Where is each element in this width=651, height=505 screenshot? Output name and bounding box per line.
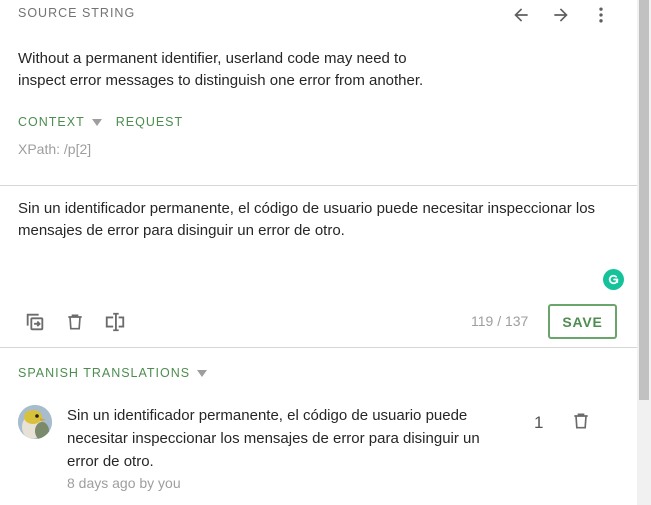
scrollbar-thumb[interactable] [639,0,649,400]
suggestion-meta: 8 days ago by you [67,475,181,491]
context-row: CONTEXT REQUEST [18,115,183,129]
grammarly-icon[interactable] [603,269,624,290]
request-link[interactable]: REQUEST [116,115,183,129]
caret-down-icon[interactable] [91,118,102,126]
editor-tools [22,309,128,335]
spanish-translations-label[interactable]: SPANISH TRANSLATIONS [18,366,190,380]
character-counter: 119 / 137 [471,313,529,329]
suggestions-header[interactable]: SPANISH TRANSLATIONS [18,366,221,380]
avatar [18,405,52,439]
delete-icon[interactable] [568,408,594,434]
vote-count: 1 [534,413,544,432]
arrow-right-icon[interactable] [548,2,574,28]
translation-editor[interactable]: Sin un identificador permanente, el códi… [18,198,608,242]
more-vert-icon[interactable] [588,2,614,28]
delete-icon[interactable] [62,309,88,335]
suggestion-text[interactable]: Sin un identificador permanente, el códi… [67,404,497,473]
xpath-context: XPath: /p[2] [18,141,92,157]
copy-source-icon[interactable] [22,309,48,335]
divider [0,185,637,186]
rtl-icon[interactable] [102,309,128,335]
translation-panel: SOURCE STRING Without a permanent identi… [0,0,637,505]
scrollbar[interactable] [637,0,651,505]
source-string-text: Without a permanent identifier, userland… [18,50,424,89]
navigation-actions [508,2,614,28]
arrow-left-icon[interactable] [508,2,534,28]
source-string-label: SOURCE STRING [18,6,136,20]
caret-down-icon[interactable] [197,369,208,377]
divider [0,347,637,348]
context-toggle[interactable]: CONTEXT [18,115,85,129]
save-button[interactable]: SAVE [548,304,617,339]
